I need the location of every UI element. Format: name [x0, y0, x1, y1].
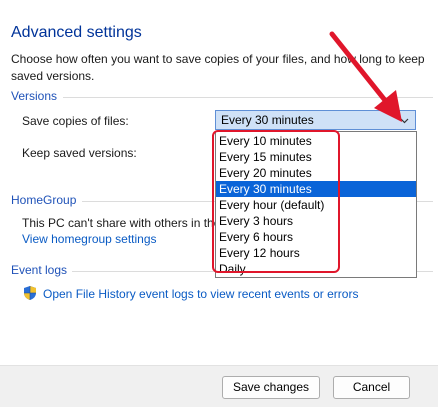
save-copies-dropdown-list[interactable]: Every 10 minutes Every 15 minutes Every … [215, 131, 417, 278]
red-arrow-icon [329, 31, 402, 122]
homegroup-group-label: HomeGroup [11, 193, 77, 207]
dropdown-option-every-10-minutes[interactable]: Every 10 minutes [216, 133, 416, 149]
versions-group-label: Versions [11, 89, 58, 103]
uac-shield-icon [24, 286, 36, 300]
view-homegroup-settings-link[interactable]: View homegroup settings [22, 232, 157, 246]
dropdown-option-every-20-minutes[interactable]: Every 20 minutes [216, 165, 416, 181]
page-title: Advanced settings [11, 24, 142, 41]
dropdown-option-every-30-minutes[interactable]: Every 30 minutes [216, 181, 416, 197]
homegroup-status-text: This PC can't share with others in the [22, 216, 221, 230]
dropdown-option-daily[interactable]: Daily [216, 261, 416, 277]
dropdown-option-every-12-hours[interactable]: Every 12 hours [216, 245, 416, 261]
open-event-logs-link[interactable]: Open File History event logs to view rec… [43, 287, 358, 301]
cancel-button[interactable]: Cancel [333, 376, 410, 399]
keep-versions-label: Keep saved versions: [22, 146, 137, 160]
dropdown-option-every-3-hours[interactable]: Every 3 hours [216, 213, 416, 229]
event-logs-group-label: Event logs [11, 263, 68, 277]
save-copies-label: Save copies of files: [22, 114, 129, 128]
save-changes-button[interactable]: Save changes [222, 376, 320, 399]
save-copies-select-value: Every 30 minutes [221, 113, 314, 127]
dropdown-option-every-15-minutes[interactable]: Every 15 minutes [216, 149, 416, 165]
dropdown-option-every-hour-default[interactable]: Every hour (default) [216, 197, 416, 213]
dropdown-option-every-6-hours[interactable]: Every 6 hours [216, 229, 416, 245]
